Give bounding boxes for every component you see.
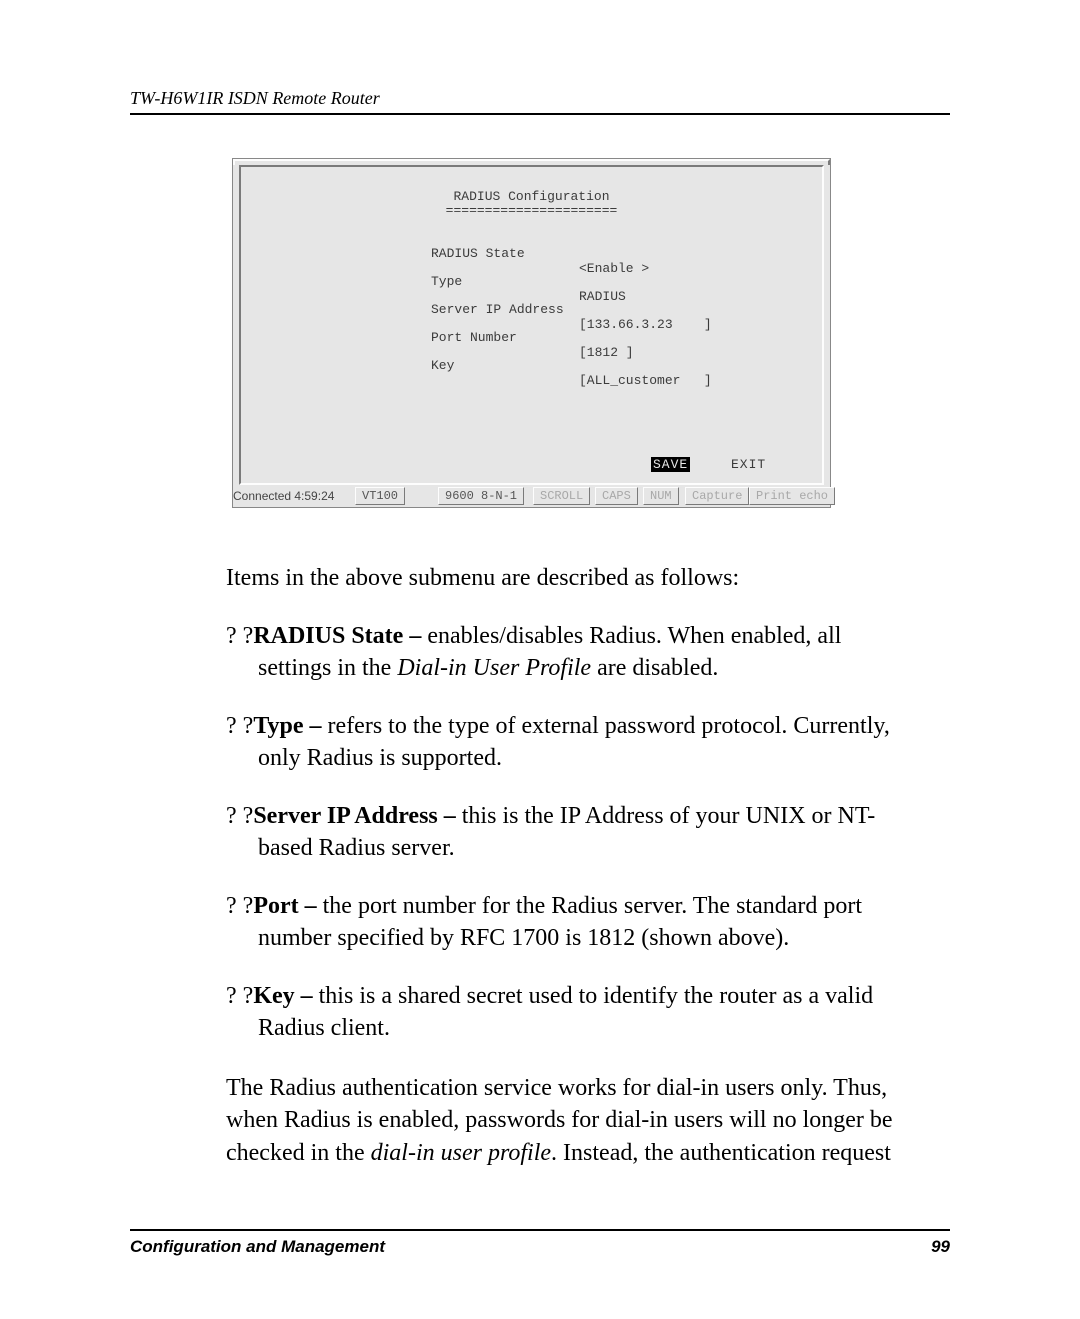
status-capture: Capture: [685, 487, 749, 505]
li4-bold: Port –: [253, 893, 322, 919]
para-l1: The Radius authentication service works …: [226, 1075, 887, 1101]
para-l3b: . Instead, the authentication request: [551, 1140, 891, 1166]
status-print: Print echo: [749, 487, 835, 505]
li5-cont: Radius client.: [258, 1015, 390, 1041]
status-term: VT100: [355, 487, 405, 505]
para-l2: when Radius is enabled, passwords for di…: [226, 1107, 893, 1133]
bullet-marker: ? ?: [226, 713, 253, 739]
status-bar: Connected 4:59:24 VT100 9600 8-N-1 SCROL…: [233, 485, 830, 507]
list-item-1: ? ?RADIUS State – enables/disables Radiu…: [226, 620, 926, 685]
list-item-4: ? ?Port – the port number for the Radius…: [226, 890, 926, 955]
save-button[interactable]: SAVE: [651, 457, 690, 472]
li2-bold: Type –: [253, 713, 327, 739]
li1-bold: RADIUS State –: [253, 623, 427, 649]
li4-rest: the port number for the Radius server. T…: [323, 893, 862, 919]
exit-button[interactable]: EXIT: [731, 457, 766, 472]
bullet-marker: ? ?: [226, 803, 253, 829]
status-scroll: SCROLL: [533, 487, 590, 505]
terminal-window: RADIUS Configuration ===================…: [232, 158, 831, 508]
header-title: TW-H6W1IR ISDN Remote Router: [130, 88, 380, 108]
li3-rest: this is the IP Address of your UNIX or N…: [462, 803, 876, 829]
bullet-marker: ? ?: [226, 983, 253, 1009]
li5-bold: Key –: [253, 983, 318, 1009]
li4-cont: number specified by RFC 1700 is 1812 (sh…: [258, 925, 789, 951]
bullet-marker: ? ?: [226, 623, 253, 649]
row-key: Key [ALL_customer ]: [241, 343, 822, 403]
list-item-2: ? ?Type – refers to the type of external…: [226, 710, 926, 775]
terminal-inner: RADIUS Configuration ===================…: [239, 165, 824, 485]
page-footer: Configuration and Management 99: [130, 1229, 950, 1257]
label-key: Key: [431, 358, 454, 373]
terminal-screenshot: RADIUS Configuration ===================…: [232, 158, 831, 508]
status-caps: CAPS: [595, 487, 638, 505]
para-l3-italic: dial-in user profile: [371, 1140, 551, 1166]
terminal-title-underline: ======================: [241, 203, 822, 218]
status-connected: Connected 4:59:24: [233, 489, 334, 503]
final-paragraph: The Radius authentication service works …: [226, 1072, 926, 1169]
terminal-title: RADIUS Configuration: [241, 189, 822, 204]
li1-italic: Dial-in User Profile: [397, 655, 591, 681]
status-baud: 9600 8-N-1: [438, 487, 524, 505]
li3-cont: based Radius server.: [258, 835, 455, 861]
value-key[interactable]: [ALL_customer ]: [579, 373, 712, 388]
page-header: TW-H6W1IR ISDN Remote Router: [130, 88, 950, 115]
li1-rest: enables/disables Radius. When enabled, a…: [427, 623, 841, 649]
li1-tail: are disabled.: [591, 655, 718, 681]
list-item-3: ? ?Server IP Address – this is the IP Ad…: [226, 800, 926, 865]
list-item-5: ? ?Key – this is a shared secret used to…: [226, 980, 926, 1045]
li2-cont: only Radius is supported.: [258, 745, 502, 771]
footer-section: Configuration and Management: [130, 1237, 385, 1256]
para-l3a: checked in the: [226, 1140, 371, 1166]
status-num: NUM: [643, 487, 679, 505]
intro-text: Items in the above submenu are described…: [226, 562, 926, 594]
footer-page-number: 99: [931, 1237, 950, 1257]
li2-rest: refers to the type of external password …: [328, 713, 890, 739]
bullet-marker: ? ?: [226, 893, 253, 919]
li1-cont: settings in the: [258, 655, 397, 681]
li3-bold: Server IP Address –: [253, 803, 461, 829]
li5-rest: this is a shared secret used to identify…: [319, 983, 874, 1009]
